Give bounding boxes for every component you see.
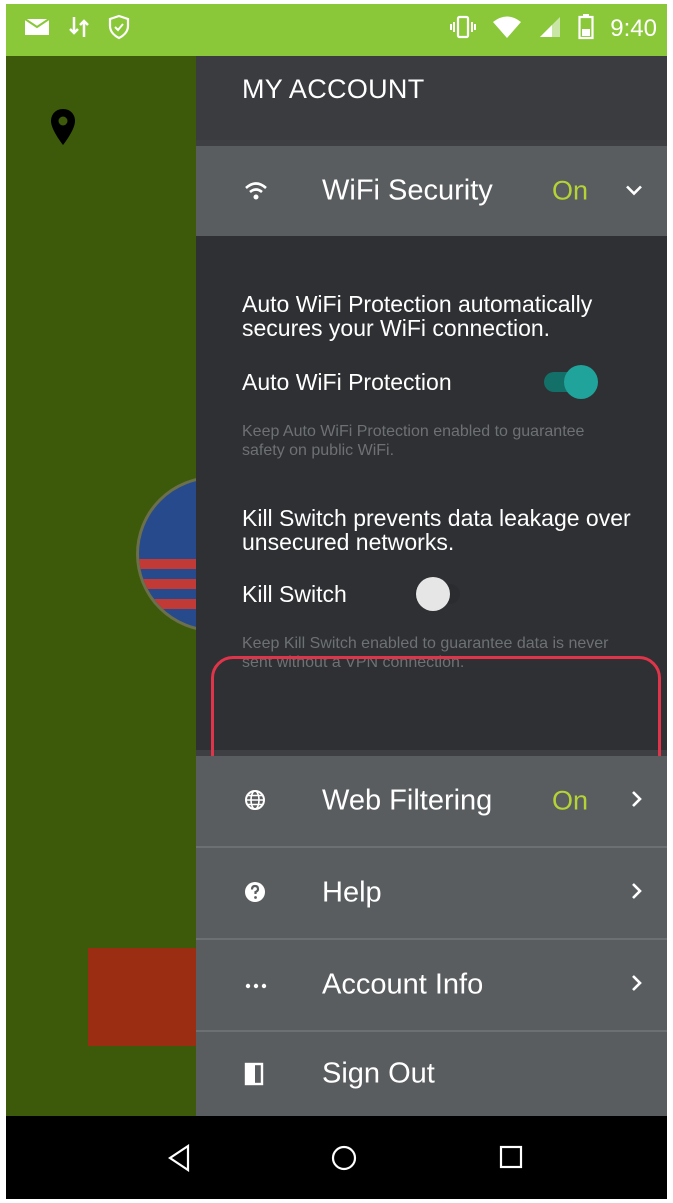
auto-wifi-toggle[interactable] xyxy=(536,362,602,402)
home-icon[interactable] xyxy=(330,1144,358,1176)
signal-icon xyxy=(538,15,562,43)
navigation-bar xyxy=(6,1116,667,1199)
account-drawer: MY ACCOUNT WiFi Security On Auto WiFi Pr… xyxy=(196,56,667,1116)
globe-icon xyxy=(244,789,268,813)
chevron-down-icon[interactable] xyxy=(625,182,643,201)
app-screen: 9:40 MY ACCOUNT WiFi Security On Auto Wi… xyxy=(6,4,667,1199)
wifi-icon xyxy=(492,15,522,43)
sign-out-icon xyxy=(244,1062,268,1086)
vibrate-icon xyxy=(450,14,477,44)
drawer-header: MY ACCOUNT xyxy=(196,56,667,140)
battery-icon xyxy=(578,14,594,44)
kill-switch-label: Kill Switch xyxy=(242,581,347,607)
chevron-right-icon xyxy=(631,882,643,904)
menu-item-web-filtering[interactable]: Web Filtering On xyxy=(196,756,667,846)
background-button xyxy=(88,948,196,1046)
transfer-icon xyxy=(68,15,90,43)
help-icon xyxy=(244,881,268,905)
kill-switch-description: Kill Switch prevents data leakage over u… xyxy=(242,505,631,555)
wifi-security-panel: Auto WiFi Protection automatically secur… xyxy=(196,236,667,798)
menu-item-account-info[interactable]: Account Info xyxy=(196,940,667,1030)
chevron-right-icon xyxy=(631,790,643,812)
auto-wifi-description: Auto WiFi Protection automatically secur… xyxy=(242,291,593,341)
location-pin-icon xyxy=(50,108,76,150)
wifi-security-status: On xyxy=(552,175,589,206)
back-icon[interactable] xyxy=(166,1143,192,1176)
web-filtering-label: Web Filtering xyxy=(322,784,493,817)
auto-wifi-help: Keep Auto WiFi Protection enabled to gua… xyxy=(242,423,585,459)
account-info-label: Account Info xyxy=(322,968,484,1001)
menu-item-sign-out[interactable]: Sign Out xyxy=(196,1032,667,1116)
background-map xyxy=(6,56,196,1116)
clock: 9:40 xyxy=(610,15,657,42)
wifi-icon xyxy=(244,179,268,203)
sign-out-label: Sign Out xyxy=(322,1057,435,1090)
auto-wifi-label: Auto WiFi Protection xyxy=(242,369,452,395)
flag-icon xyxy=(136,476,196,632)
shield-check-icon xyxy=(108,14,130,44)
recents-icon[interactable] xyxy=(498,1144,524,1174)
status-bar: 9:40 xyxy=(6,4,667,56)
more-dots-icon xyxy=(244,973,268,997)
mail-icon xyxy=(24,16,50,42)
web-filtering-status: On xyxy=(552,785,589,816)
wifi-security-label: WiFi Security xyxy=(322,174,493,207)
kill-switch-toggle[interactable] xyxy=(406,574,472,614)
menu-item-wifi-security[interactable]: WiFi Security On xyxy=(196,146,667,236)
chevron-right-icon xyxy=(631,974,643,996)
drawer-title: MY ACCOUNT xyxy=(242,74,425,104)
menu-item-help[interactable]: Help xyxy=(196,848,667,938)
help-label: Help xyxy=(322,876,382,909)
